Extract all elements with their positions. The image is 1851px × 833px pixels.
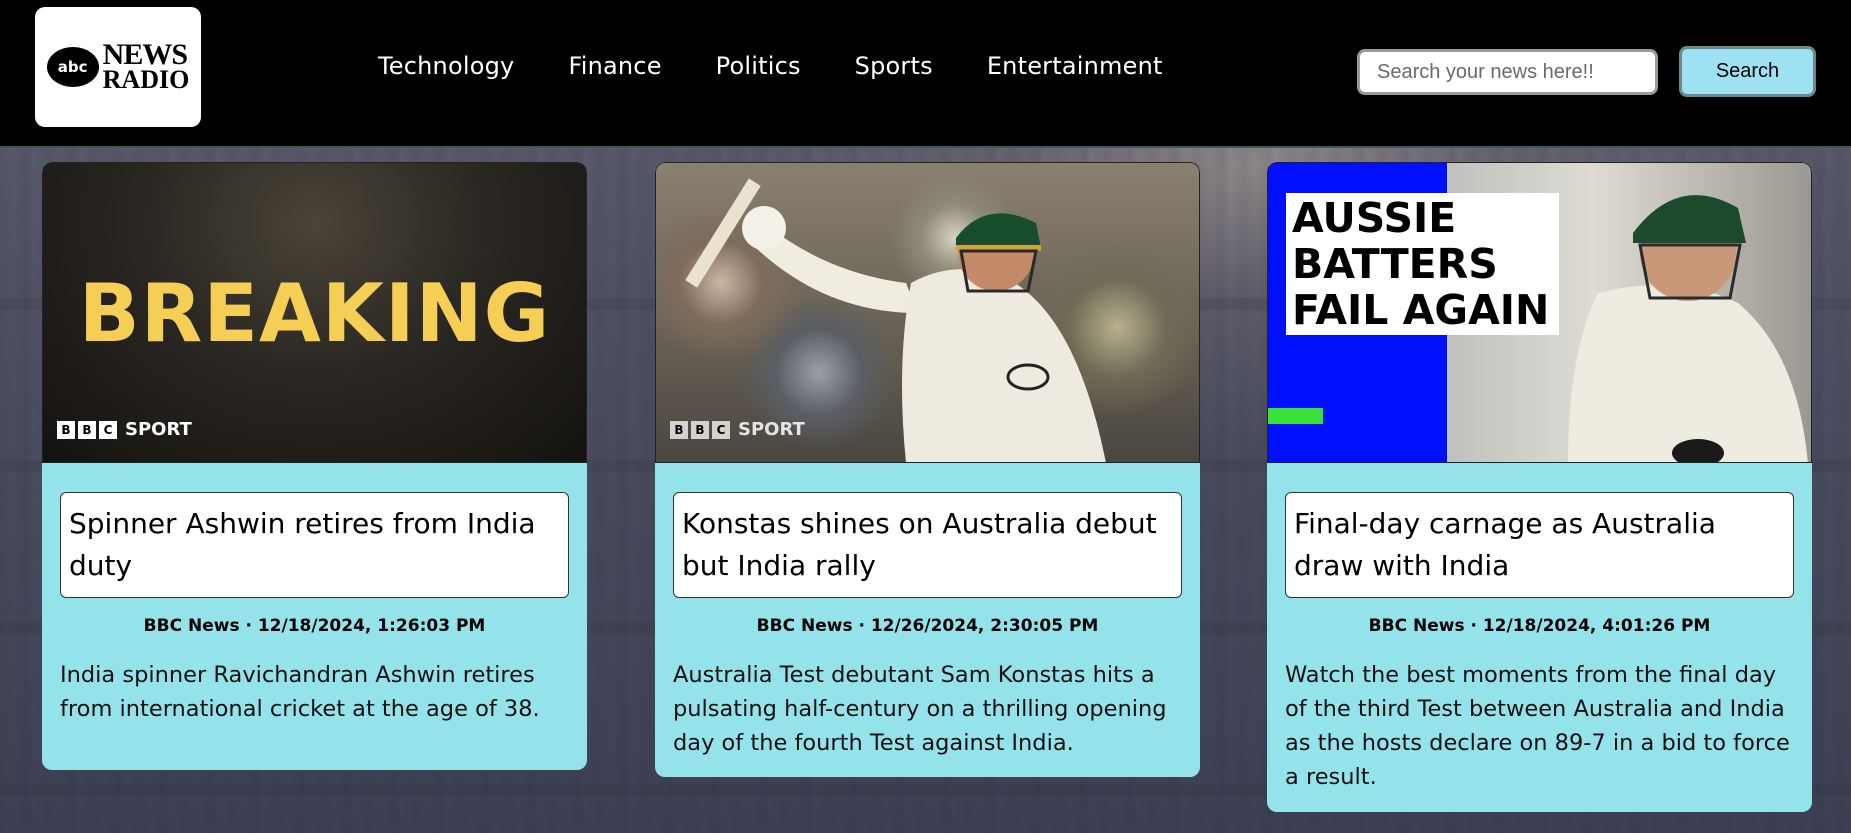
- abc-logo-circle: abc: [46, 47, 99, 87]
- logo-line-radio: RADIO: [102, 64, 190, 94]
- news-card-final-day[interactable]: AUSSIE BATTERS FAIL AGAIN Final-day carn…: [1267, 162, 1812, 812]
- news-card-ashwin[interactable]: BREAKING B B C SPORT Spinner Ashwin reti…: [42, 162, 587, 770]
- card-meta: BBC News · 12/18/2024, 1:26:03 PM: [143, 616, 486, 636]
- aussie-headline-line: AUSSIE: [1292, 194, 1457, 242]
- aussie-headline-line: FAIL AGAIN: [1292, 286, 1550, 334]
- card-title[interactable]: Spinner Ashwin retires from India duty: [60, 492, 569, 598]
- card-image-aussie-batters[interactable]: AUSSIE BATTERS FAIL AGAIN: [1267, 162, 1812, 463]
- bbc-letter: C: [99, 420, 117, 439]
- card-title[interactable]: Konstas shines on Australia debut but In…: [673, 492, 1182, 598]
- nav-sports[interactable]: Sports: [855, 52, 933, 80]
- nav-technology[interactable]: Technology: [378, 52, 514, 80]
- aussie-headline-line: BATTERS: [1292, 240, 1498, 288]
- card-meta: BBC News · 12/26/2024, 2:30:05 PM: [756, 616, 1099, 636]
- card-description: Australia Test debutant Sam Konstas hits…: [673, 662, 1167, 756]
- card-image-konstas[interactable]: B B C SPORT: [655, 162, 1200, 463]
- card-title[interactable]: Final-day carnage as Australia draw with…: [1285, 492, 1794, 598]
- bbc-letter: B: [57, 420, 75, 439]
- breaking-headline: BREAKING: [78, 267, 551, 360]
- nav-finance[interactable]: Finance: [568, 52, 661, 80]
- bbc-sport-label: SPORT: [738, 419, 805, 440]
- bbc-sport-badge: B B C SPORT: [670, 419, 805, 440]
- card-description: India spinner Ravichandran Ashwin retire…: [60, 662, 540, 722]
- search-input[interactable]: [1357, 49, 1658, 95]
- bbc-sport-badge: B B C SPORT: [57, 419, 192, 440]
- logo-wordmark: NEWS RADIO: [102, 40, 190, 94]
- search-button[interactable]: Search: [1679, 46, 1816, 97]
- abc-news-radio-logo[interactable]: abc NEWS RADIO: [35, 7, 201, 127]
- scoreboard-green-bar: [1268, 408, 1323, 424]
- nav-politics[interactable]: Politics: [716, 52, 801, 80]
- aussie-headline: AUSSIE BATTERS FAIL AGAIN: [1286, 193, 1560, 335]
- nav-entertainment[interactable]: Entertainment: [987, 52, 1163, 80]
- category-nav: Technology Finance Politics Sports Enter…: [378, 52, 1163, 80]
- bbc-letter: B: [691, 420, 709, 439]
- cricketer-illustration: [685, 178, 1106, 462]
- bbc-letter: B: [78, 420, 96, 439]
- news-card-konstas[interactable]: B B C SPORT Konstas shines on Australia …: [655, 162, 1200, 777]
- bbc-letter: B: [670, 420, 688, 439]
- top-header: abc NEWS RADIO Technology Finance Politi…: [0, 0, 1851, 148]
- card-image-breaking[interactable]: BREAKING B B C SPORT: [42, 162, 587, 463]
- bbc-sport-label: SPORT: [125, 419, 192, 440]
- bbc-letter: C: [712, 420, 730, 439]
- card-meta: BBC News · 12/18/2024, 4:01:26 PM: [1368, 616, 1711, 636]
- card-description: Watch the best moments from the final da…: [1285, 662, 1790, 790]
